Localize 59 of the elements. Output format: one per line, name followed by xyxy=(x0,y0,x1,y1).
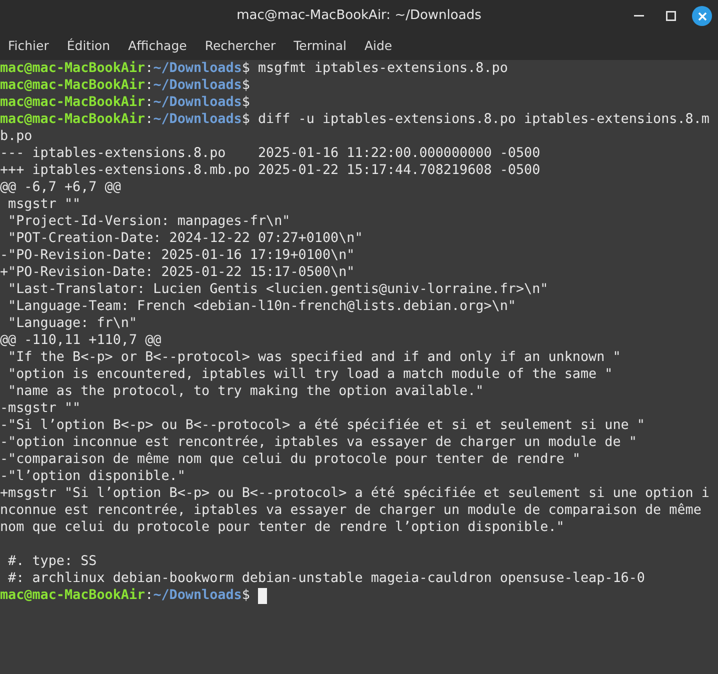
menu-item[interactable]: Édition xyxy=(66,36,110,56)
prompt-path: ~/Downloads xyxy=(153,60,242,77)
terminal-output-line: "option is encountered, iptables will try load a match module of the same " xyxy=(7,366,613,383)
terminal-output-line: "Language-Team: French <debian-l10n-french@lists.debian.org>\n" xyxy=(7,298,516,315)
terminal-output-line: "POT-Creation-Date: 2024-12-22 07:27+0100\n" xyxy=(7,230,363,247)
prompt-user-host: mac@mac-MacBookAir xyxy=(0,111,146,128)
terminal-output-line: -"PO-Revision-Date: 2025-01-16 17:19+0100\n" xyxy=(0,247,355,264)
prompt-symbol: $ xyxy=(242,60,250,77)
prompt-separator: : xyxy=(145,111,154,128)
menu-item[interactable]: Aide xyxy=(364,36,392,56)
terminal-output-line: -msgstr "" xyxy=(0,400,81,417)
terminal-output-line: "Project-Id-Version: manpages-fr\n" xyxy=(7,213,290,230)
prompt-path: ~/Downloads xyxy=(153,94,242,111)
prompt-symbol: $ xyxy=(242,111,250,128)
command-text: diff -u iptables-extensions.8.po iptables-extensions.8.m xyxy=(256,111,710,128)
terminal-output-line: "Last-Translator: Lucien Gentis <lucien.gentis@univ-lorraine.fr>\n" xyxy=(7,281,548,298)
menu-item[interactable]: Rechercher xyxy=(204,36,276,56)
prompt-path: ~/Downloads xyxy=(153,111,242,128)
prompt-separator: : xyxy=(145,77,154,94)
terminal-output-line: nom que celui du protocole pour tenter de rendre l’option disponible." xyxy=(0,519,564,536)
prompt-path: ~/Downloads xyxy=(153,587,242,604)
terminal-output-line: "If the B<-p> or B<--protocol> was specified and if and only if an unknown " xyxy=(7,349,621,366)
window-title: mac@mac-MacBookAir: ~/Downloads xyxy=(236,7,482,26)
terminal-output-line: --- iptables-extensions.8.po 2025-01-16 11:22:00.000000000 -0500 xyxy=(0,145,540,162)
menu-item[interactable]: Terminal xyxy=(294,36,346,56)
prompt-user-host: mac@mac-MacBookAir xyxy=(0,77,146,94)
terminal-output-line: @@ -6,7 +6,7 @@ xyxy=(0,179,121,196)
prompt-separator: : xyxy=(145,60,154,77)
terminal-output-line: "Language: fr\n" xyxy=(7,315,138,332)
menu-item[interactable]: Affichage xyxy=(128,36,187,56)
prompt-separator: : xyxy=(145,94,154,111)
terminal-output-line: +msgstr "Si l’option B<-p> ou B<--protocol> a été spécifiée et seulement si une option i xyxy=(0,485,710,502)
prompt-symbol: $ xyxy=(242,587,250,604)
close-button[interactable] xyxy=(692,6,712,26)
menu-item[interactable]: Fichier xyxy=(8,36,49,56)
terminal-output-line: -"option inconnue est rencontrée, iptables va essayer de charger un module de " xyxy=(0,434,637,451)
minimize-icon xyxy=(634,15,644,17)
prompt-separator: : xyxy=(145,587,154,604)
terminal-output-line: "name as the protocol, to try making the option available." xyxy=(7,383,484,400)
close-icon xyxy=(698,12,706,20)
terminal-output-line: +"PO-Revision-Date: 2025-01-22 15:17-0500\n" xyxy=(0,264,355,281)
terminal-output-line: #. type: SS xyxy=(7,553,97,570)
prompt-user-host: mac@mac-MacBookAir xyxy=(0,60,146,77)
terminal-output-line: -"Si l’option B<-p> ou B<--protocol> a été spécifiée et si et seulement si une " xyxy=(0,417,645,434)
terminal-output-line: #: archlinux debian-bookworm debian-unstable mageia-cauldron opensuse-leap-16-0 xyxy=(7,570,645,587)
terminal-output-line: msgstr "" xyxy=(7,196,81,213)
terminal-output-line: @@ -110,11 +110,7 @@ xyxy=(0,332,162,349)
command-text: msgfmt iptables-extensions.8.po xyxy=(256,60,508,77)
terminal-output-line: -"comparaison de même nom que celui du protocole pour tenter de rendre " xyxy=(0,451,580,468)
prompt-symbol: $ xyxy=(242,77,250,94)
terminal-output-line: +++ iptables-extensions.8.mb.po 2025-01-22 15:17:44.708219608 -0500 xyxy=(0,162,540,179)
terminal-output-line: -"l’option disponible." xyxy=(0,468,186,485)
prompt-user-host: mac@mac-MacBookAir xyxy=(0,94,146,111)
maximize-icon xyxy=(666,11,676,21)
prompt-user-host: mac@mac-MacBookAir xyxy=(0,587,146,604)
prompt-path: ~/Downloads xyxy=(153,77,242,94)
prompt-symbol: $ xyxy=(242,94,250,111)
terminal-output-line: b.po xyxy=(0,128,32,145)
terminal-output-line: nconnue est rencontrée, iptables va essayer de charger un module de comparaison de même xyxy=(0,502,702,519)
